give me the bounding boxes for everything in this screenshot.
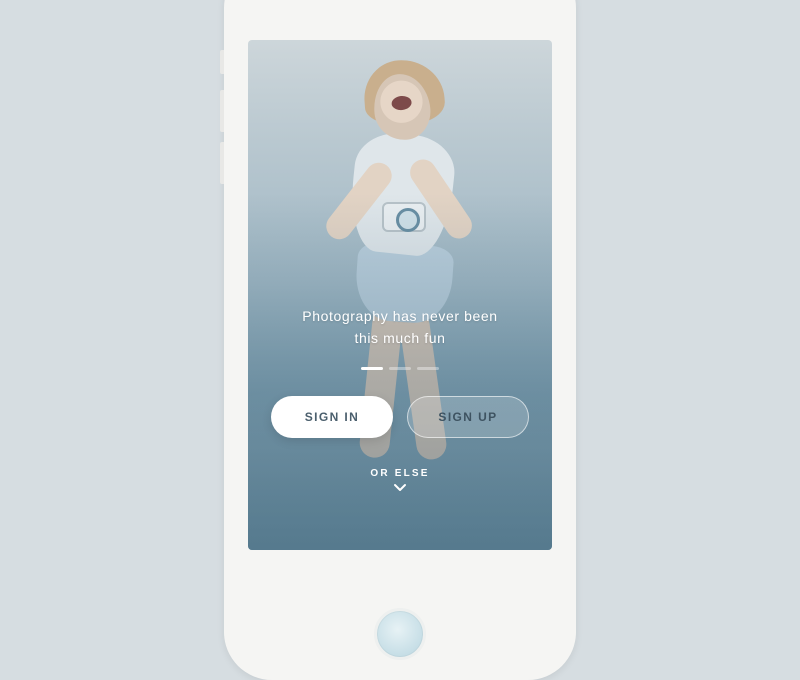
page-dot[interactable] bbox=[417, 367, 439, 370]
page-indicator[interactable] bbox=[361, 367, 439, 370]
button-label: SIGN IN bbox=[305, 410, 359, 424]
button-label: SIGN UP bbox=[438, 410, 497, 424]
or-else-button[interactable]: OR ELSE bbox=[370, 468, 429, 493]
phone-side-button bbox=[220, 50, 224, 74]
or-else-label: OR ELSE bbox=[370, 468, 429, 479]
phone-side-button bbox=[220, 90, 224, 132]
sign-up-button[interactable]: SIGN UP bbox=[407, 396, 529, 438]
phone-home-button bbox=[374, 608, 426, 660]
screen: Photography has never been this much fun… bbox=[248, 40, 552, 550]
phone-side-button bbox=[220, 142, 224, 184]
tagline-line: Photography has never been bbox=[302, 306, 497, 328]
page-dot[interactable] bbox=[361, 367, 383, 370]
sign-in-button[interactable]: SIGN IN bbox=[271, 396, 393, 438]
tagline-line: this much fun bbox=[302, 328, 497, 350]
phone-frame: Photography has never been this much fun… bbox=[224, 0, 576, 680]
tagline: Photography has never been this much fun bbox=[302, 306, 497, 349]
page-dot[interactable] bbox=[389, 367, 411, 370]
chevron-down-icon bbox=[393, 483, 407, 493]
